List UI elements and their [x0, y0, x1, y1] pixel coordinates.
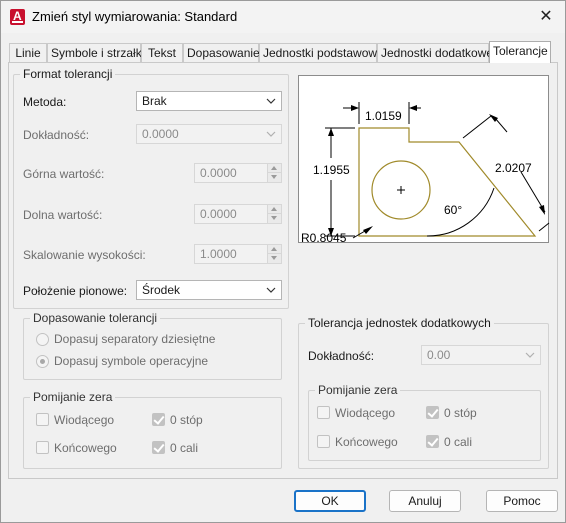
tab-symbols-arrows[interactable]: Symbole i strzałki — [47, 43, 144, 63]
close-icon[interactable]: ✕ — [535, 6, 557, 28]
alt-precision-value: 0.00 — [427, 348, 451, 362]
vertical-position-value: Środek — [142, 283, 181, 297]
method-select[interactable]: Brak — [136, 91, 282, 111]
spin-down-icon[interactable] — [268, 214, 281, 223]
trailing-zero-label: Końcowego — [54, 441, 117, 455]
alt-zero-inches-checkbox[interactable] — [426, 435, 439, 448]
tab-fit[interactable]: Dopasowanie — [183, 43, 260, 63]
help-button[interactable]: Pomoc — [486, 490, 558, 512]
vertical-position-select[interactable]: Środek — [136, 280, 282, 300]
scale-height-value: 1.0000 — [200, 247, 237, 261]
angle-label: 60° — [444, 203, 462, 217]
chevron-down-icon — [266, 98, 276, 104]
method-value: Brak — [142, 94, 167, 108]
upper-value-label: Górna wartość: — [23, 167, 105, 181]
zero-feet-label: 0 stóp — [170, 413, 203, 427]
spin-down-icon[interactable] — [268, 173, 281, 182]
radius-label: R0.8045 — [301, 231, 347, 244]
scale-height-spinner[interactable]: 1.0000 — [194, 244, 282, 264]
group-zero-suppression-primary: Pomijanie zera — [23, 390, 282, 469]
cancel-button[interactable]: Anuluj — [389, 490, 461, 512]
alt-zero-feet-label: 0 stóp — [444, 406, 477, 420]
trailing-zero-checkbox[interactable] — [36, 441, 49, 454]
vertical-position-label: Położenie pionowe: — [23, 284, 128, 298]
spin-up-icon[interactable] — [268, 245, 281, 254]
group-legend: Format tolerancji — [20, 67, 116, 81]
upper-value-spinner[interactable]: 0.0000 — [194, 163, 282, 183]
lower-value: 0.0000 — [200, 207, 237, 221]
precision-label: Dokładność: — [23, 128, 90, 142]
tab-tolerances[interactable]: Tolerancje — [489, 41, 551, 63]
leading-zero-label: Wiodącego — [54, 413, 115, 427]
dialog-window: A Zmień styl wymiarowania: Standard ✕ Li… — [0, 0, 566, 523]
group-tolerance-alignment: Dopasowanie tolerancji — [23, 311, 282, 380]
spin-up-icon[interactable] — [268, 205, 281, 214]
align-decimal-label: Dopasuj separatory dziesiętne — [54, 332, 216, 346]
alt-trailing-zero-checkbox[interactable] — [317, 435, 330, 448]
spin-down-icon[interactable] — [268, 254, 281, 263]
group-zero-suppression-alternate: Pomijanie zera — [308, 383, 541, 461]
alt-precision-select[interactable]: 0.00 — [421, 345, 541, 365]
chevron-down-icon — [266, 287, 276, 293]
part-outline — [358, 127, 537, 237]
zero-inches-checkbox[interactable] — [152, 441, 165, 454]
dim-left-label: 1.1955 — [313, 163, 350, 177]
chevron-down-icon — [525, 352, 535, 358]
group-legend: Pomijanie zera — [30, 390, 116, 404]
autocad-app-icon: A — [10, 9, 25, 25]
ok-button[interactable]: OK — [294, 490, 366, 512]
lower-value-spinner[interactable]: 0.0000 — [194, 204, 282, 224]
tab-panel-tolerances: Format tolerancji Metoda: Brak Dokładnoś… — [8, 62, 558, 479]
tab-strip: Linie Symbole i strzałki Tekst Dopasowan… — [9, 41, 557, 63]
align-operational-radio[interactable] — [36, 355, 49, 368]
tab-alternate-units[interactable]: Jednostki dodatkowe — [377, 43, 493, 63]
center-mark — [397, 186, 405, 194]
zero-inches-label: 0 cali — [170, 441, 199, 455]
group-legend: Tolerancja jednostek dodatkowych — [305, 316, 494, 330]
align-decimal-radio[interactable] — [36, 333, 49, 346]
group-legend: Pomijanie zera — [315, 383, 401, 397]
method-label: Metoda: — [23, 95, 67, 109]
window-title: Zmień styl wymiarowania: Standard — [32, 9, 238, 24]
preview-image: 1.0159 1.1955 2.0207 60° R0.8045 — [298, 75, 550, 245]
dim-top-label: 1.0159 — [365, 109, 402, 123]
tab-lines[interactable]: Linie — [9, 43, 47, 63]
align-operational-label: Dopasuj symbole operacyjne — [54, 354, 209, 368]
alt-zero-feet-checkbox[interactable] — [426, 406, 439, 419]
dim-right-label: 2.0207 — [495, 161, 532, 175]
title-bar[interactable]: A Zmień styl wymiarowania: Standard ✕ — [1, 1, 565, 33]
scale-height-label: Skalowanie wysokości: — [23, 248, 146, 262]
tab-text[interactable]: Tekst — [141, 43, 183, 63]
alt-zero-inches-label: 0 cali — [444, 435, 473, 449]
lower-value-label: Dolna wartość: — [23, 208, 103, 222]
precision-value: 0.0000 — [142, 127, 179, 141]
alt-precision-label: Dokładność: — [308, 349, 375, 363]
leading-zero-checkbox[interactable] — [36, 413, 49, 426]
precision-select[interactable]: 0.0000 — [136, 124, 282, 144]
zero-feet-checkbox[interactable] — [152, 413, 165, 426]
alt-leading-zero-checkbox[interactable] — [317, 406, 330, 419]
group-legend: Dopasowanie tolerancji — [30, 311, 161, 325]
spin-up-icon[interactable] — [268, 164, 281, 173]
chevron-down-icon — [266, 131, 276, 137]
alt-trailing-zero-label: Końcowego — [335, 435, 398, 449]
tab-primary-units[interactable]: Jednostki podstawowe — [259, 43, 384, 63]
alt-leading-zero-label: Wiodącego — [335, 406, 396, 420]
tolerance-preview-drawing: 1.0159 1.1955 2.0207 60° R0.8045 — [301, 102, 550, 245]
upper-value: 0.0000 — [200, 166, 237, 180]
